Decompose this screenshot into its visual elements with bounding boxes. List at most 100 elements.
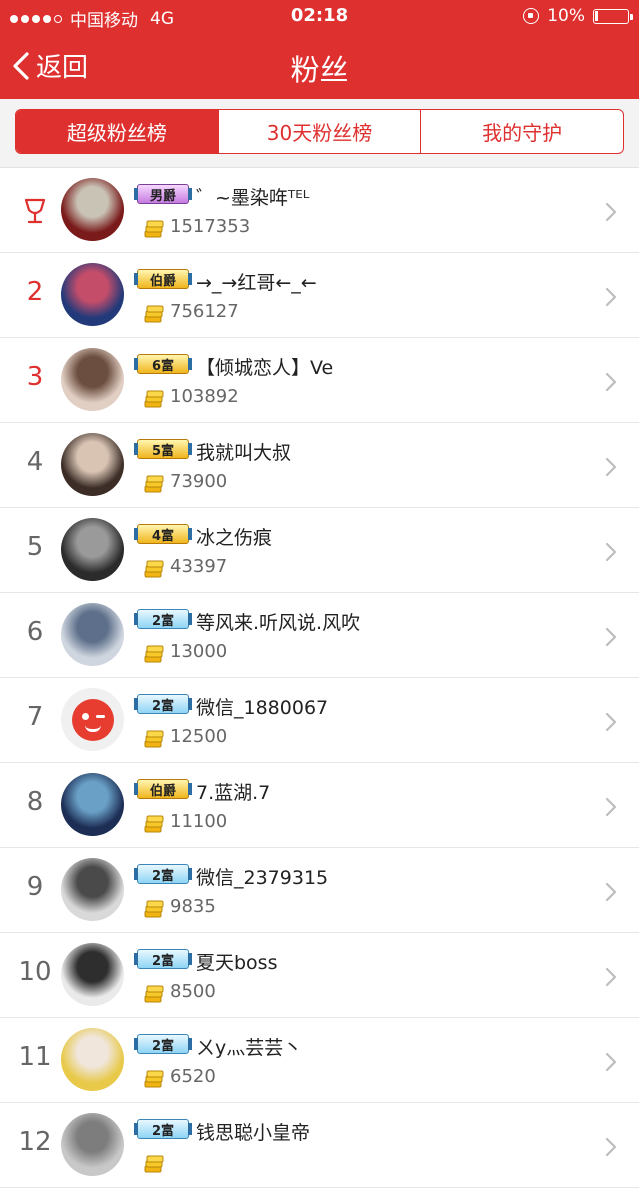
chevron-right-icon (605, 627, 617, 647)
fan-row[interactable]: 4 5富 我就叫大叔 73900 (0, 423, 639, 508)
badge-label: 6富 (151, 358, 175, 374)
fan-name: 微信_1880067 (196, 697, 329, 719)
avatar[interactable] (61, 178, 124, 241)
rank-number: 8 (26, 787, 44, 817)
coin-icon (144, 390, 164, 408)
fan-row[interactable]: 9 2富 微信_2379315 9835 (0, 848, 639, 933)
chevron-right-icon (605, 372, 617, 392)
fan-row[interactable]: 7 2富 微信_1880067 12500 (0, 678, 639, 763)
fan-name: 夏天boss (196, 952, 278, 974)
fan-score: 11100 (170, 811, 228, 832)
avatar[interactable] (61, 263, 124, 326)
fan-score: 12500 (170, 726, 228, 747)
coin-icon (144, 305, 164, 323)
avatar[interactable] (61, 858, 124, 921)
fan-row[interactable]: 5 4富 冰之伤痕 43397 (0, 508, 639, 593)
avatar[interactable] (61, 518, 124, 581)
rank-number: 3 (26, 362, 44, 392)
coin-icon (144, 645, 164, 663)
page-title: 粉丝 (290, 53, 349, 87)
chevron-right-icon (605, 542, 617, 562)
tab-30-day-fans[interactable]: 30天粉丝榜 (219, 110, 422, 153)
level-badge: 伯爵 (134, 779, 192, 799)
level-badge: 6富 (134, 354, 192, 374)
fan-score: 6520 (170, 1066, 216, 1087)
fan-name: 微信_2379315 (196, 867, 329, 889)
badge-label: 伯爵 (149, 783, 176, 799)
chevron-right-icon (605, 202, 617, 222)
rank-number: 5 (26, 532, 44, 562)
fan-row[interactable]: 6 2富 等风来.听风说.风吹 13000 (0, 593, 639, 678)
fan-name: 等风来.听风说.风吹 (196, 612, 361, 634)
fan-score: 103892 (170, 386, 239, 407)
battery-icon (593, 8, 633, 24)
badge-label: 2富 (151, 1038, 175, 1054)
badge-label: 2富 (151, 698, 175, 714)
fan-row[interactable]: 12 2富 钱思聪小皇帝 (0, 1103, 639, 1188)
coin-icon (144, 1070, 164, 1088)
rank-number: 7 (26, 702, 44, 732)
level-badge: 2富 (134, 1119, 192, 1139)
fan-row[interactable]: 2 伯爵 →_→红哥←_← 756127 (0, 253, 639, 338)
badge-label: 2富 (151, 613, 175, 629)
chevron-right-icon (605, 712, 617, 732)
tab-bar-container: 超级粉丝榜 30天粉丝榜 我的守护 (0, 99, 639, 168)
badge-label: 2富 (151, 953, 175, 969)
tab-bar: 超级粉丝榜 30天粉丝榜 我的守护 (15, 109, 624, 154)
avatar[interactable] (61, 348, 124, 411)
fan-score: 73900 (170, 471, 228, 492)
fan-row[interactable]: 11 2富 ㄨy灬芸芸丶 6520 (0, 1018, 639, 1103)
fan-score: 8500 (170, 981, 216, 1002)
coin-icon (144, 985, 164, 1003)
badge-label: 男爵 (149, 188, 176, 204)
badge-label: 伯爵 (149, 273, 176, 289)
fan-row[interactable]: 8 伯爵 7.蓝湖.7 11100 (0, 763, 639, 848)
coin-icon (144, 815, 164, 833)
level-badge: 男爵 (134, 184, 192, 204)
badge-label: 4富 (151, 528, 175, 544)
coin-icon (144, 900, 164, 918)
status-bar: 中国移动 4G 02:18 10% (0, 0, 639, 32)
chevron-right-icon (605, 1137, 617, 1157)
avatar[interactable] (61, 688, 124, 751)
fan-name: 【倾城恋人】Ve (196, 357, 334, 379)
rank-number: 2 (26, 277, 44, 307)
fan-score: 9835 (170, 896, 216, 917)
chevron-right-icon (605, 797, 617, 817)
rank-number: 10 (18, 957, 52, 987)
badge-label: 5富 (151, 443, 175, 459)
tab-my-guardians[interactable]: 我的守护 (421, 110, 623, 153)
rank-number: 6 (26, 617, 44, 647)
fan-name: 7.蓝湖.7 (196, 782, 271, 804)
fan-row[interactable]: 男爵 ゛~墨染哖ᵀᴱᴸ 1517353 (0, 168, 639, 253)
fan-name: →_→红哥←_← (196, 272, 317, 294)
level-badge: 5富 (134, 439, 192, 459)
avatar[interactable] (61, 603, 124, 666)
tab-super-fans[interactable]: 超级粉丝榜 (16, 110, 219, 153)
coin-icon (144, 475, 164, 493)
level-badge: 4富 (134, 524, 192, 544)
level-badge: 2富 (134, 694, 192, 714)
battery-percent: 10% (547, 6, 585, 26)
rank-number: 4 (26, 447, 44, 477)
avatar[interactable] (61, 943, 124, 1006)
chevron-right-icon (605, 1052, 617, 1072)
nav-bar: 返回 粉丝 (0, 32, 639, 99)
status-right: 10% (523, 6, 633, 26)
chevron-right-icon (605, 967, 617, 987)
avatar[interactable] (61, 1028, 124, 1091)
avatar[interactable] (61, 773, 124, 836)
coin-icon (144, 220, 164, 238)
avatar[interactable] (61, 433, 124, 496)
fan-name: 我就叫大叔 (196, 442, 292, 464)
level-badge: 2富 (134, 864, 192, 884)
rank-number: 9 (26, 872, 44, 902)
badge-label: 2富 (151, 1123, 175, 1139)
fan-row[interactable]: 10 2富 夏天boss 8500 (0, 933, 639, 1018)
level-badge: 2富 (134, 949, 192, 969)
trophy-icon (24, 198, 46, 224)
fan-row[interactable]: 3 6富 【倾城恋人】Ve 103892 (0, 338, 639, 423)
avatar[interactable] (61, 1113, 124, 1176)
level-badge: 2富 (134, 1034, 192, 1054)
chevron-right-icon (605, 287, 617, 307)
